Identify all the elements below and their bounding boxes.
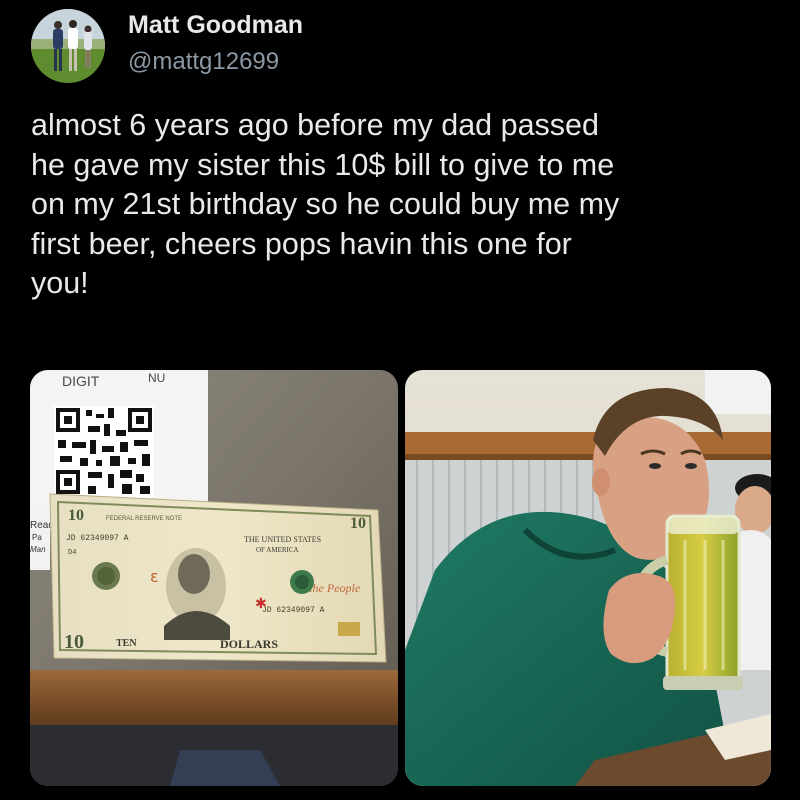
author-display-name[interactable]: Matt Goodman	[128, 11, 303, 40]
bill-word-dollars: DOLLARS	[220, 637, 278, 651]
bill-word-ten: TEN	[116, 638, 137, 649]
bill-plate: D4	[68, 549, 76, 557]
bill-country-1: THE UNITED STATES	[244, 535, 321, 544]
tweet-text: almost 6 years ago before my dad passed …	[31, 108, 620, 300]
bill-serial-right: JD 62349097 A	[262, 606, 325, 615]
qr-code-icon	[54, 406, 154, 498]
avatar[interactable]	[31, 9, 105, 83]
bill-number-bottom-left: 10	[64, 631, 84, 653]
media-photo-ten-dollar-bill[interactable]: DIGIT NU Read Pa Man 10 10 FEDERAL RESER…	[30, 370, 398, 786]
media-photo-drinking-beer[interactable]	[405, 370, 771, 786]
side-text-3: Man	[30, 545, 46, 554]
bill-number-top-left: 10	[68, 507, 84, 524]
bill-number-top-right: 10	[350, 515, 366, 532]
svg-text:ɛ: ɛ	[150, 567, 159, 586]
sign-text: DIGIT	[62, 373, 100, 389]
bill-country-2: OF AMERICA	[256, 546, 299, 554]
beer-photo-illustration	[405, 370, 771, 786]
avatar-photo	[31, 9, 105, 83]
bill-header: FEDERAL RESERVE NOTE	[106, 516, 182, 522]
bill-serial-left: JD 62349097 A	[66, 534, 129, 543]
sign-text-2: NU	[148, 371, 165, 385]
side-text-2: Pa	[32, 533, 42, 542]
ten-dollar-bill: 10 10 FEDERAL RESERVE NOTE JD 62349097 A…	[49, 493, 387, 663]
bill-photo-illustration: DIGIT NU Read Pa Man 10 10 FEDERAL RESER…	[30, 370, 398, 786]
author-handle[interactable]: @mattg12699	[128, 48, 279, 76]
